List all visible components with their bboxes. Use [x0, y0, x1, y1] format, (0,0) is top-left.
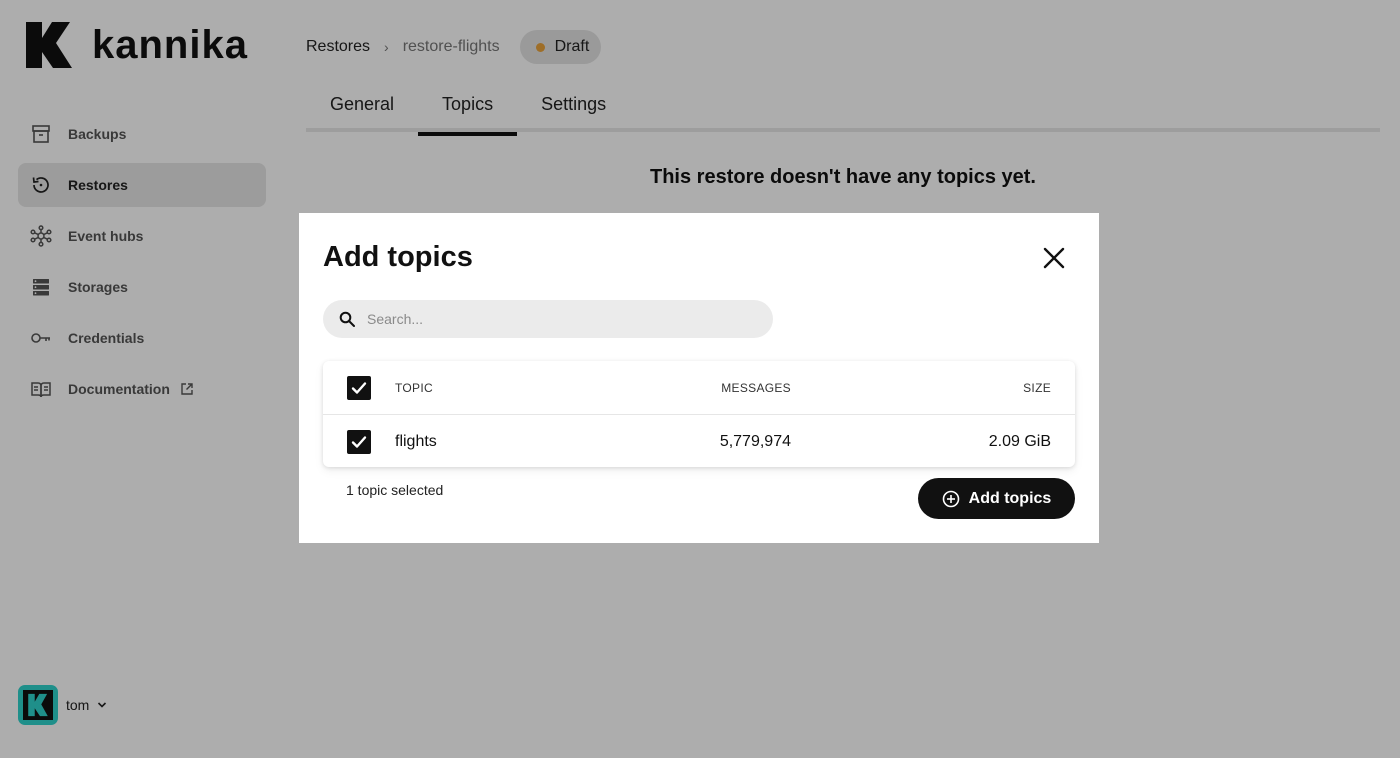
column-header-size[interactable]: SIZE — [1023, 381, 1051, 395]
select-all-checkbox[interactable] — [347, 375, 371, 400]
selected-count: 1 topic selected — [346, 482, 444, 498]
checkmark-icon — [351, 381, 367, 394]
close-icon — [1043, 247, 1065, 269]
search-field[interactable] — [323, 300, 773, 338]
checkmark-icon — [351, 435, 367, 448]
row-checkbox[interactable] — [347, 429, 371, 454]
search-input[interactable] — [367, 311, 747, 327]
modal-title: Add topics — [323, 241, 473, 273]
add-topics-modal: Add topics TOPIC MESSAGES SIZE — [299, 213, 1099, 543]
add-topics-button[interactable]: Add topics — [918, 478, 1075, 519]
table-header-row: TOPIC MESSAGES SIZE — [323, 361, 1075, 415]
topic-name: flights — [395, 432, 437, 450]
topics-table: TOPIC MESSAGES SIZE flights 5,779,974 2.… — [323, 361, 1075, 467]
close-button[interactable] — [1039, 243, 1069, 273]
message-count: 5,779,974 — [719, 432, 791, 450]
add-topics-button-label: Add topics — [968, 489, 1052, 507]
plus-circle-icon — [942, 490, 959, 507]
search-icon — [339, 311, 355, 327]
column-header-topic[interactable]: TOPIC — [395, 381, 433, 395]
table-row[interactable]: flights 5,779,974 2.09 GiB — [323, 416, 1075, 467]
column-header-messages[interactable]: MESSAGES — [721, 381, 791, 395]
topic-size: 2.09 GiB — [988, 432, 1051, 450]
